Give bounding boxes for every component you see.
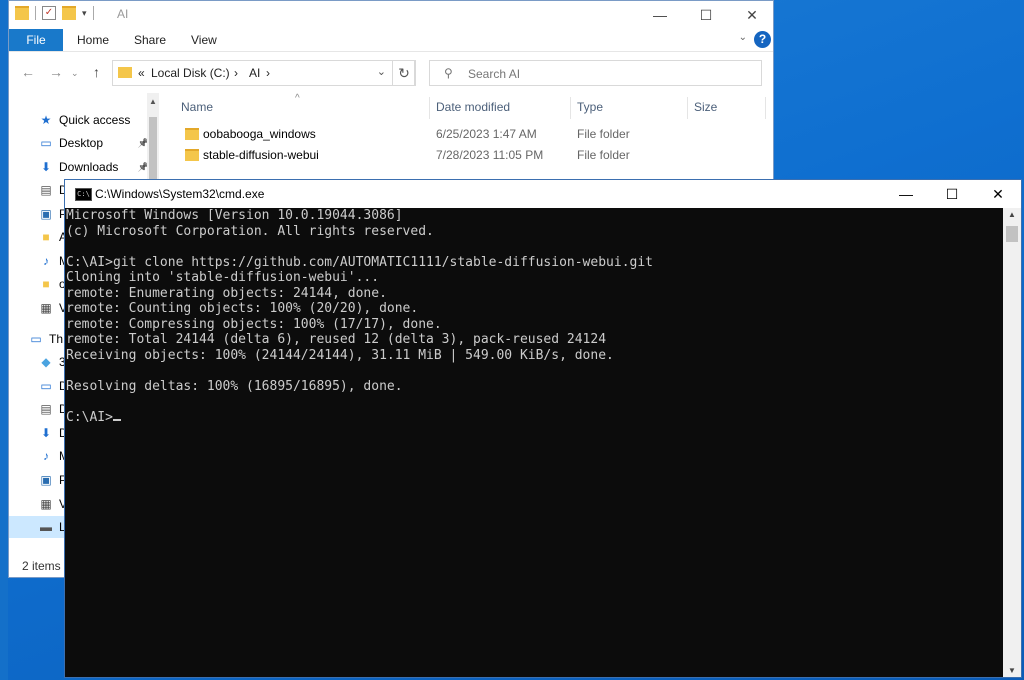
column-header-name[interactable]: Name: [181, 97, 213, 119]
properties-icon[interactable]: ✓: [42, 6, 56, 20]
command-prompt-window[interactable]: C:\ C:\Windows\System32\cmd.exe — ☐ ✕ Mi…: [64, 179, 1022, 678]
console-line: (c) Microsoft Corporation. All rights re…: [66, 223, 434, 239]
console-prompt: C:\AI>: [66, 409, 113, 425]
picture-icon: ▣: [40, 206, 52, 221]
scrollbar-thumb[interactable]: [1006, 226, 1018, 242]
column-header-date[interactable]: Date modified: [436, 97, 510, 119]
explorer-title: AI: [117, 7, 129, 21]
console-line: remote: Total 24144 (delta 6), reused 12…: [66, 332, 607, 347]
console-scrollbar[interactable]: ▲ ▼: [1003, 208, 1021, 677]
refresh-button[interactable]: ↻: [392, 60, 416, 86]
sidebar-item[interactable]: ⬇ Downloads 📌: [9, 156, 149, 178]
tab-share[interactable]: Share: [134, 29, 166, 51]
sidebar-item-label: Downloads: [59, 160, 119, 174]
tab-file[interactable]: File: [9, 29, 63, 51]
folder-icon: [185, 149, 199, 161]
cmd-icon[interactable]: C:\: [75, 188, 92, 201]
up-arrow-icon[interactable]: ↑: [93, 64, 100, 80]
text-cursor: [112, 418, 121, 421]
scroll-up-icon[interactable]: ▲: [1008, 210, 1016, 219]
star-icon: ★: [40, 112, 52, 127]
scroll-down-icon[interactable]: ▼: [1008, 666, 1016, 675]
tab-home[interactable]: Home: [77, 29, 109, 51]
console-line: remote: Enumerating objects: 24144, done…: [66, 285, 387, 301]
download-icon: ⬇: [40, 425, 52, 440]
chevron-down-icon[interactable]: ▾: [82, 8, 87, 19]
sort-ascending-icon: ^: [295, 93, 300, 104]
sidebar-item-label: Desktop: [59, 136, 104, 150]
column-header-type[interactable]: Type: [577, 97, 603, 119]
picture-icon: ▣: [40, 472, 52, 487]
music-icon: ♪: [43, 253, 49, 268]
folder-icon: ■: [42, 276, 50, 291]
download-icon: ⬇: [40, 159, 52, 174]
search-input[interactable]: Search AI: [468, 67, 520, 81]
maximize-button[interactable]: ☐: [683, 1, 729, 29]
back-arrow-icon[interactable]: ←: [21, 64, 35, 80]
sidebar-item-label: Quick access: [59, 113, 131, 127]
console-line: Cloning into 'stable-diffusion-webui'...: [66, 270, 380, 285]
console-line: Resolving deltas: 100% (16895/16895), do…: [66, 378, 403, 394]
tab-view[interactable]: View: [191, 29, 217, 51]
expand-ribbon-icon[interactable]: ⌄: [739, 32, 747, 43]
status-bar-item-count: 2 items: [22, 559, 61, 573]
desktop-icon: ▭: [40, 378, 52, 393]
folder-icon: [118, 67, 132, 78]
music-icon: ♪: [43, 448, 49, 463]
computer-icon: ▭: [30, 331, 42, 346]
folder-icon: [185, 128, 199, 140]
cmd-close-button[interactable]: ✕: [975, 180, 1021, 208]
help-icon[interactable]: ?: [754, 31, 771, 48]
sidebar-item-label: Th: [49, 332, 64, 346]
cmd-title: C:\Windows\System32\cmd.exe: [95, 187, 265, 201]
column-header-size[interactable]: Size: [694, 97, 717, 119]
sidebar-item[interactable]: ★ Quick access: [9, 109, 149, 131]
minimize-button[interactable]: —: [637, 1, 683, 29]
forward-arrow-icon[interactable]: →: [49, 64, 63, 80]
console-line: remote: Counting objects: 100% (20/20), …: [66, 301, 419, 316]
cmd-maximize-button[interactable]: ☐: [929, 180, 975, 208]
recent-locations-icon[interactable]: ⌄: [71, 68, 79, 79]
breadcrumb-drive[interactable]: Local Disk (C:): [151, 66, 230, 80]
breadcrumb-folder[interactable]: AI: [249, 66, 260, 80]
console-line: remote: Compressing objects: 100% (17/17…: [66, 316, 442, 332]
search-box[interactable]: ⚲ Search AI: [429, 60, 762, 86]
desktop-icon: ▭: [40, 135, 52, 150]
cmd-minimize-button[interactable]: —: [883, 180, 929, 208]
cube-icon: ◆: [41, 354, 51, 369]
file-row[interactable]: oobabooga_windows 6/25/2023 1:47 AM File…: [181, 124, 761, 144]
ribbon-tabs: File Home Share View ⌄ ?: [9, 29, 773, 52]
console-output[interactable]: Microsoft Windows [Version 10.0.19044.30…: [65, 208, 1004, 677]
address-dropdown-icon[interactable]: ⌄: [377, 65, 386, 78]
sidebar-item[interactable]: ▭ Desktop 📌: [9, 132, 149, 154]
document-icon: ▤: [40, 401, 52, 416]
video-icon: ▦: [40, 300, 52, 315]
console-line: Microsoft Windows [Version 10.0.19044.30…: [66, 208, 403, 223]
folder-icon: [15, 6, 29, 20]
navigation-bar: ← → ⌄ ↑ « Local Disk (C:) › AI › ⌄ ↻ ⚲ S…: [9, 52, 773, 94]
file-row[interactable]: stable-diffusion-webui 7/28/2023 11:05 P…: [181, 145, 761, 165]
quick-access-toolbar: ✓ ▾: [15, 6, 94, 20]
close-button[interactable]: ✕: [729, 1, 775, 29]
console-line: C:\AI>git clone https://github.com/AUTOM…: [66, 254, 653, 270]
new-folder-icon[interactable]: [62, 6, 76, 20]
document-icon: ▤: [40, 182, 52, 197]
folder-icon: ■: [42, 229, 50, 244]
drive-icon: ▬: [40, 519, 52, 534]
explorer-title-bar[interactable]: ✓ ▾ AI — ☐ ✕: [9, 1, 773, 29]
video-icon: ▦: [40, 496, 52, 511]
cmd-title-bar[interactable]: C:\ C:\Windows\System32\cmd.exe — ☐ ✕: [65, 180, 1021, 208]
search-icon: ⚲: [444, 66, 453, 80]
address-bar[interactable]: « Local Disk (C:) › AI › ⌄: [112, 60, 415, 86]
console-line: Receiving objects: 100% (24144/24144), 3…: [66, 347, 614, 363]
